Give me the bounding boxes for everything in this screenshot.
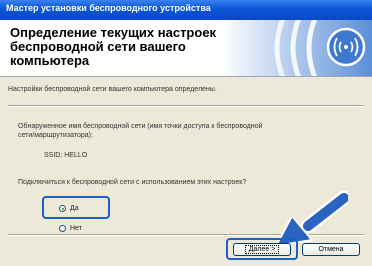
detected-text: Настройки беспроводной сети вашего компь…	[8, 86, 217, 93]
cancel-button[interactable]: Отмена	[302, 243, 360, 256]
found-network-text-cont: сети/маршрутизатора):	[18, 132, 93, 139]
wireless-logo-icon	[222, 20, 372, 76]
window-title: Мастер установки беспроводного устройств…	[6, 3, 211, 13]
radio-yes[interactable]: Да	[59, 205, 79, 212]
wizard-header: Определение текущих настроек беспроводно…	[0, 20, 372, 77]
next-button-label: Далее >	[244, 245, 280, 254]
radio-yes-label: Да	[70, 205, 79, 212]
question-text: Подключиться к беспроводной сети с испол…	[18, 179, 247, 186]
found-network-text: Обнаруженное имя беспроводной сети (имя …	[18, 123, 263, 130]
title-bar[interactable]: Мастер установки беспроводного устройств…	[0, 0, 372, 20]
ssid-value: SSID: HELLO	[44, 152, 88, 159]
separator	[8, 105, 364, 107]
radio-no[interactable]: Нет	[59, 225, 82, 232]
page-title: Определение текущих настроек беспроводно…	[10, 25, 217, 68]
radio-no-circle[interactable]	[59, 225, 66, 232]
wizard-window: Мастер установки беспроводного устройств…	[0, 0, 372, 266]
next-button[interactable]: Далее >	[233, 243, 291, 256]
radio-no-label: Нет	[70, 225, 82, 232]
radio-yes-circle[interactable]	[59, 205, 66, 212]
